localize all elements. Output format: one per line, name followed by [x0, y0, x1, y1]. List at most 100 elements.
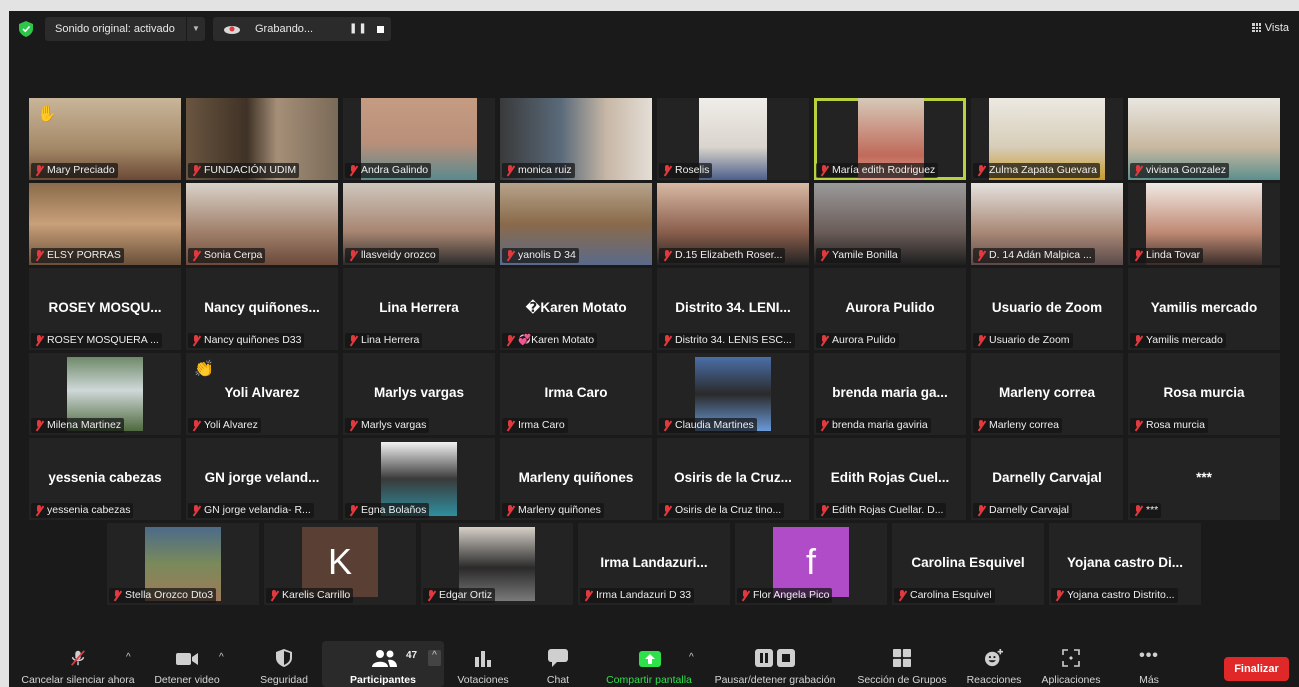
polls-button[interactable]: Votaciones [444, 641, 522, 687]
participant-tile[interactable]: Linda Tovar [1128, 183, 1280, 265]
participant-tile[interactable]: Yoli Alvarez 👏 Yoli Alvarez [186, 353, 338, 435]
participant-tile[interactable]: f Flor Angela Pico [735, 523, 887, 605]
participant-name-label: FUNDACIÓN UDIM [188, 163, 300, 178]
participant-tile[interactable]: Rosa murcia Rosa murcia [1128, 353, 1280, 435]
participants-caret-icon[interactable]: ^ [428, 650, 441, 666]
participant-tile[interactable]: Edith Rojas Cuel... Edith Rojas Cuellar. … [814, 438, 966, 520]
chat-bubble-icon [548, 649, 568, 667]
participant-tile[interactable]: yanolis D 34 [500, 183, 652, 265]
participant-tile[interactable]: Usuario de Zoom Usuario de Zoom [971, 268, 1123, 350]
microphone-muted-icon [348, 335, 358, 346]
microphone-muted-icon [897, 590, 907, 601]
participant-tile[interactable]: FUNDACIÓN UDIM [186, 98, 338, 180]
participant-tile[interactable]: GN jorge veland... GN jorge velandia- R..… [186, 438, 338, 520]
participant-tile[interactable]: Nancy quiñones... Nancy quiñones D33 [186, 268, 338, 350]
microphone-muted-icon [662, 420, 672, 431]
participant-name-label: Mary Preciado [31, 163, 118, 178]
microphone-muted-icon [348, 420, 358, 431]
reactions-button[interactable]: Reacciones [959, 641, 1029, 687]
recording-label: Grabando... [255, 23, 314, 35]
participant-display-name: Aurora Pulido [845, 300, 935, 315]
shield-icon[interactable] [19, 21, 33, 37]
participant-name: Irma Caro [518, 419, 565, 431]
participant-tile[interactable]: Yamilis mercado Yamilis mercado [1128, 268, 1280, 350]
participant-tile[interactable]: brenda maria ga... brenda maria gaviria [814, 353, 966, 435]
participant-tile[interactable]: *** *** [1128, 438, 1280, 520]
participant-tile[interactable]: �Karen Motato 💞Karen Motato [500, 268, 652, 350]
unmute-button[interactable]: Cancelar silenciar ahora [9, 641, 147, 687]
participant-tile[interactable]: ROSEY MOSQU... ROSEY MOSQUERA ... [29, 268, 181, 350]
share-screen-button[interactable]: Compartir pantalla [594, 641, 704, 687]
participant-tile[interactable]: Yojana castro Di... Yojana castro Distrit… [1049, 523, 1201, 605]
participant-tile[interactable]: Andra Galindo [343, 98, 495, 180]
participant-tile[interactable]: Aurora Pulido Aurora Pulido [814, 268, 966, 350]
participant-tile[interactable]: K Karelis Carrillo [264, 523, 416, 605]
apps-button[interactable]: Aplicaciones [1034, 641, 1108, 687]
original-sound-button[interactable]: Sonido original: activado ▼ [45, 17, 205, 41]
participant-tile[interactable]: Marleny correa Marleny correa [971, 353, 1123, 435]
participant-tile[interactable]: María edith Rodriguez [814, 98, 966, 180]
participant-name: FUNDACIÓN UDIM [204, 164, 297, 176]
participant-tile[interactable]: D.15 Elizabeth Roser... [657, 183, 809, 265]
participant-tile[interactable]: Irma Landazuri... Irma Landazuri D 33 [578, 523, 730, 605]
participant-name-label: María edith Rodriguez [816, 163, 939, 178]
stop-recording-icon[interactable] [377, 26, 384, 33]
pause-recording-icon[interactable]: ❚❚ [349, 17, 368, 41]
participant-tile[interactable]: Roselis [657, 98, 809, 180]
audio-options-caret-icon[interactable]: ^ [126, 652, 131, 663]
participant-tile[interactable]: monica ruiz [500, 98, 652, 180]
participant-tile[interactable]: Zulma Zapata Guevara [971, 98, 1123, 180]
microphone-muted-icon [662, 165, 672, 176]
breakout-rooms-button[interactable]: Sección de Grupos [849, 641, 955, 687]
participant-tile[interactable]: Osiris de la Cruz... Osiris de la Cruz ti… [657, 438, 809, 520]
video-options-caret-icon[interactable]: ^ [219, 652, 224, 663]
participant-name: brenda maria gaviria [832, 419, 928, 431]
microphone-muted-icon [662, 335, 672, 346]
participant-tile[interactable]: Marlys vargas Marlys vargas [343, 353, 495, 435]
view-button[interactable]: Vista [1251, 22, 1289, 34]
participant-tile[interactable]: llasveidy orozco [343, 183, 495, 265]
participant-tile[interactable]: Marleny quiñones Marleny quiñones [500, 438, 652, 520]
participant-tile[interactable]: ✋ Mary Preciado [29, 98, 181, 180]
chat-button[interactable]: Chat [522, 641, 594, 687]
participant-display-name: Usuario de Zoom [991, 300, 1103, 315]
participant-tile[interactable]: Claudia Martines [657, 353, 809, 435]
participant-tile[interactable]: viviana Gonzalez [1128, 98, 1280, 180]
participant-name: Stella Orozco Dto3 [125, 589, 214, 601]
breakout-rooms-icon [893, 649, 911, 667]
participant-tile[interactable]: Lina Herrera Lina Herrera [343, 268, 495, 350]
microphone-muted-icon [505, 165, 515, 176]
participants-count: 47 [406, 650, 418, 661]
participant-tile[interactable]: Carolina Esquivel Carolina Esquivel [892, 523, 1044, 605]
microphone-muted-icon [34, 250, 44, 261]
participant-tile[interactable]: Yamile Bonilla [814, 183, 966, 265]
chevron-down-icon[interactable]: ▼ [186, 17, 205, 41]
share-options-caret-icon[interactable]: ^ [689, 652, 694, 663]
microphone-muted-icon [505, 420, 515, 431]
pause-stop-recording-button[interactable]: Pausar/detener grabación [706, 641, 844, 687]
participant-name-label: brenda maria gaviria [816, 418, 931, 433]
participant-name-label: Yoli Alvarez [188, 418, 261, 433]
participant-tile[interactable]: D. 14 Adán Malpica ... [971, 183, 1123, 265]
participant-tile[interactable]: Milena Martinez [29, 353, 181, 435]
participant-tile[interactable]: Edgar Ortiz [421, 523, 573, 605]
participant-tile[interactable]: Irma Caro Irma Caro [500, 353, 652, 435]
participant-name: Edith Rojas Cuellar. D... [832, 504, 944, 516]
participant-tile[interactable]: ELSY PORRAS [29, 183, 181, 265]
participant-tile[interactable]: Sonia Cerpa [186, 183, 338, 265]
end-meeting-button[interactable]: Finalizar [1224, 657, 1289, 681]
participants-button[interactable]: 47 Participantes [322, 641, 444, 687]
participant-name-label: 💞Karen Motato [502, 333, 598, 348]
security-shield-icon [276, 649, 292, 667]
participant-name-label: Usuario de Zoom [973, 333, 1073, 348]
participant-tile[interactable]: Egna Bolaños [343, 438, 495, 520]
more-button[interactable]: ••• Más [1119, 641, 1179, 687]
recording-indicator: Grabando... ❚❚ [213, 17, 391, 41]
microphone-muted-icon [112, 590, 122, 601]
stop-video-button[interactable]: Detener video [147, 641, 227, 687]
participant-tile[interactable]: Stella Orozco Dto3 [107, 523, 259, 605]
participant-tile[interactable]: yessenia cabezas yessenia cabezas [29, 438, 181, 520]
participant-tile[interactable]: Distrito 34. LENI... Distrito 34. LENIS E… [657, 268, 809, 350]
security-button[interactable]: Seguridad [244, 641, 324, 687]
participant-tile[interactable]: Darnelly Carvajal Darnelly Carvajal [971, 438, 1123, 520]
